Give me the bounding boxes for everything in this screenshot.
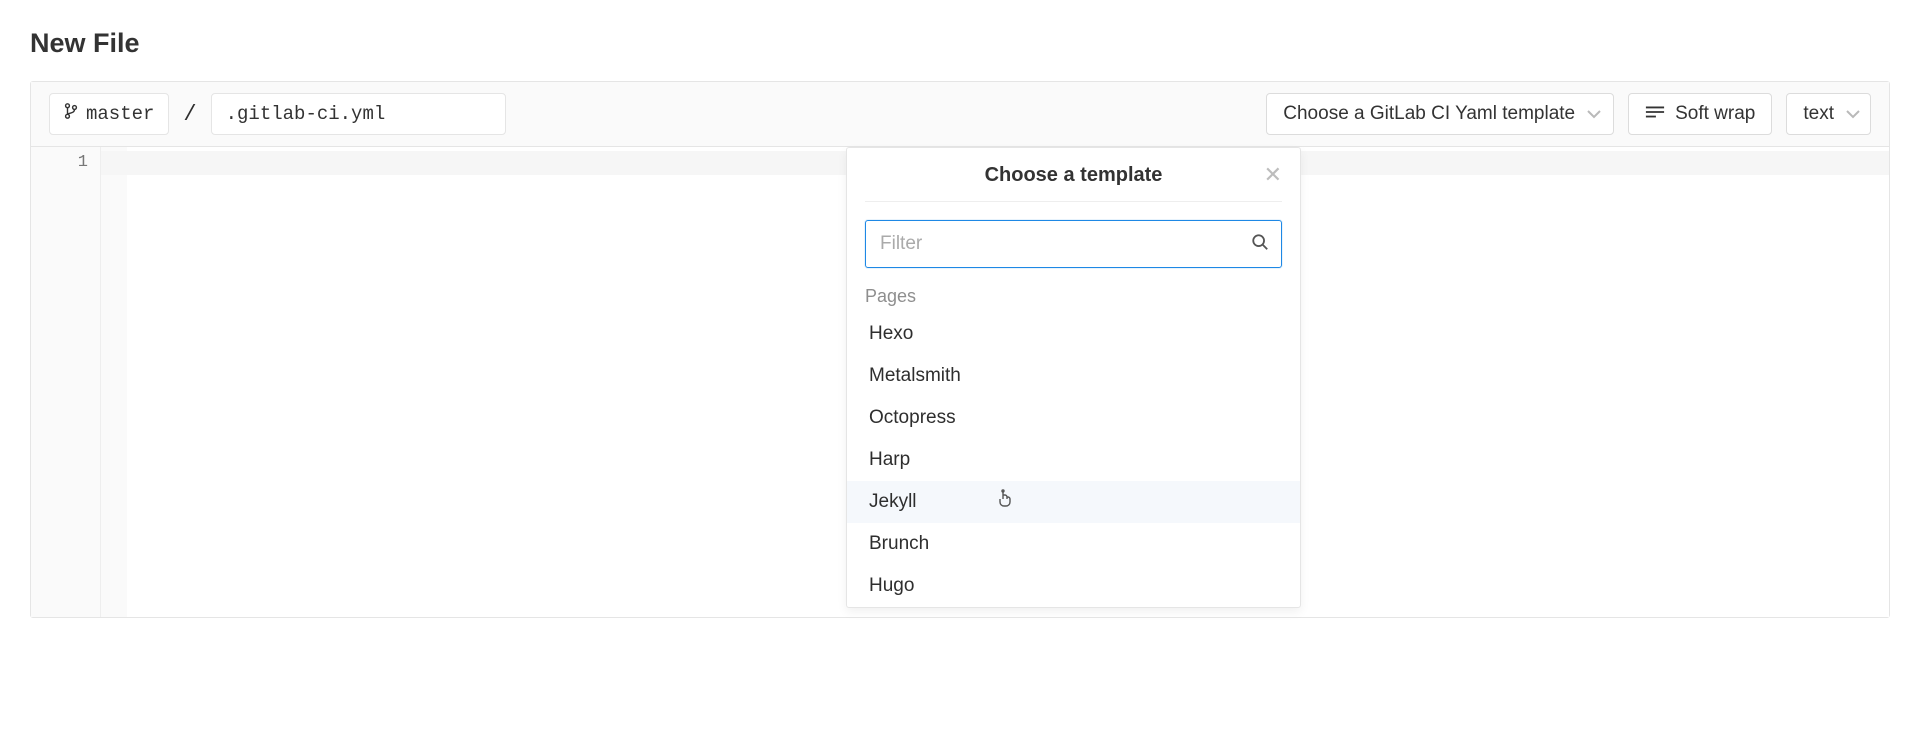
- template-selector-label: Choose a GitLab CI Yaml template: [1283, 103, 1575, 125]
- chevron-down-icon: [1846, 103, 1860, 125]
- search-icon: [1251, 233, 1269, 256]
- branch-selector[interactable]: master: [49, 93, 169, 135]
- template-option[interactable]: Metalsmith: [847, 355, 1300, 397]
- syntax-selector[interactable]: text: [1786, 93, 1871, 135]
- template-option[interactable]: Harp: [847, 439, 1300, 481]
- cursor-icon: [997, 489, 1013, 509]
- editor-frame: master / Choose a GitLab CI Yaml templat…: [30, 81, 1890, 618]
- filename-input[interactable]: [211, 93, 506, 135]
- template-filter-input[interactable]: [878, 232, 1251, 256]
- path-separator: /: [183, 102, 196, 127]
- soft-wrap-button[interactable]: Soft wrap: [1628, 93, 1772, 135]
- soft-wrap-icon: [1645, 103, 1665, 125]
- close-icon[interactable]: ✕: [1264, 164, 1282, 186]
- soft-wrap-label: Soft wrap: [1675, 103, 1755, 125]
- template-group-label: Pages: [847, 280, 1300, 313]
- template-option[interactable]: Jekyll: [847, 481, 1300, 523]
- template-dropdown: Choose a template ✕ Pages HexoMetalsmith…: [846, 147, 1301, 608]
- syntax-selector-label: text: [1803, 103, 1834, 125]
- branch-icon: [64, 102, 78, 126]
- fold-gutter: [101, 147, 127, 617]
- line-number-gutter: 1: [31, 147, 101, 617]
- page-title: New File: [30, 28, 1890, 59]
- line-number: 1: [31, 151, 88, 175]
- chevron-down-icon: [1587, 103, 1601, 125]
- template-option[interactable]: Hugo: [847, 565, 1300, 607]
- dropdown-title: Choose a template: [985, 164, 1163, 187]
- template-option[interactable]: Octopress: [847, 397, 1300, 439]
- template-selector[interactable]: Choose a GitLab CI Yaml template: [1266, 93, 1614, 135]
- template-filter[interactable]: [865, 220, 1282, 268]
- template-option[interactable]: Brunch: [847, 523, 1300, 565]
- template-option[interactable]: Hexo: [847, 313, 1300, 355]
- editor-toolbar: master / Choose a GitLab CI Yaml templat…: [31, 82, 1889, 147]
- dropdown-header: Choose a template ✕: [865, 164, 1282, 202]
- branch-name: master: [86, 103, 154, 125]
